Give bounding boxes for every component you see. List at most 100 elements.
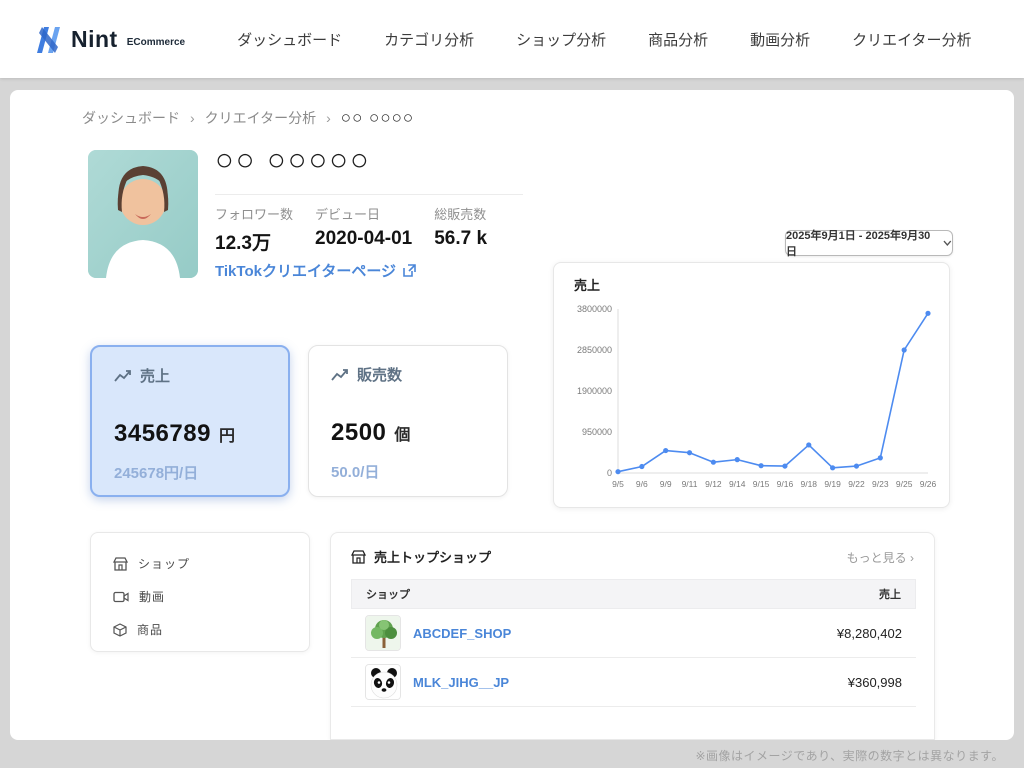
tiktok-creator-page-link[interactable]: TikTokクリエイターページ [215,260,417,281]
brand-name: Nint [71,26,118,52]
breadcrumb-dashboard[interactable]: ダッシュボード [82,108,180,128]
svg-text:9/16: 9/16 [777,479,794,489]
svg-text:1900000: 1900000 [577,386,612,396]
content-card: ダッシュボード › クリエイター分析 › ○○ ○○○○ ○○ ○○○○○ フォ… [10,90,1014,740]
video-camera-icon [113,591,129,602]
creator-avatar [88,150,198,278]
svg-text:9/11: 9/11 [682,479,698,489]
sales-chart-card: 売上 0 950000 1900000 2850000 3800000 9/5 9/6 9/9… [553,262,950,508]
svg-text:9/25: 9/25 [896,479,913,489]
top-navigation: Nint ECommerce ダッシュボード カテゴリ分析 ショップ分析 商品分… [0,0,1024,78]
entity-menu-card: ショップ 動画 商品 [90,532,310,652]
nav-item-category-analysis[interactable]: カテゴリ分析 [384,29,474,50]
nav-item-creator-analysis[interactable]: クリエイター分析 [852,29,971,50]
metric-units-label: 販売数 [357,367,403,384]
svg-text:9/19: 9/19 [824,479,841,489]
svg-text:9/22: 9/22 [848,479,865,489]
profile-divider [215,194,523,195]
breadcrumb: ダッシュボード › クリエイター分析 › ○○ ○○○○ [82,108,414,128]
nint-logo-icon [37,27,60,53]
top-shops-table: ショップ 売上 ABCDEF_SHOP ¥8,280,402 MLK_JIHG_… [351,579,916,707]
stat-followers-value: 12.3万 [215,233,271,254]
main-nav: ダッシュボード カテゴリ分析 ショップ分析 商品分析 動画分析 クリエイター分析 [237,29,971,50]
see-more-link[interactable]: もっと見る › [847,549,914,566]
menu-item-product[interactable]: 商品 [91,613,309,646]
svg-text:9/6: 9/6 [636,479,648,489]
menu-item-product-label: 商品 [137,623,164,637]
table-row: ABCDEF_SHOP ¥8,280,402 [351,609,916,658]
metric-sales-label: 売上 [140,368,171,385]
top-shops-title: 売上トップショップ [374,550,492,565]
creator-stats: フォロワー数 12.3万 デビュー日 2020-04-01 総販売数 56.7 … [215,204,487,255]
svg-text:2850000: 2850000 [577,345,612,355]
external-link-icon [403,264,416,277]
metric-sales-per-day: 245678円/日 [114,465,199,482]
table-row: MLK_JIHG__JP ¥360,998 [351,658,916,707]
top-shops-header: 売上トップショップ [351,547,491,566]
stat-total-sales-value: 56.7 k [434,228,488,249]
nav-item-shop-analysis[interactable]: ショップ分析 [516,29,606,50]
package-box-icon [113,622,127,637]
date-range-value: 2025年9月1日 - 2025年9月30日 [786,230,931,258]
shop-link[interactable]: ABCDEF_SHOP [413,626,511,641]
sales-chart: 0 950000 1900000 2850000 3800000 9/5 9/6 9/9 9/1… [577,304,937,489]
breadcrumb-separator: › [326,110,331,126]
nav-item-product-analysis[interactable]: 商品分析 [648,29,708,50]
column-shop: ショップ [366,589,410,601]
trend-up-icon [114,369,131,382]
stat-total-sales-label: 総販売数 [434,207,487,222]
svg-text:950000: 950000 [582,427,612,437]
metric-sales-value: 3456789 [114,420,211,447]
menu-item-video-label: 動画 [139,590,166,604]
column-sales: 売上 [879,589,901,601]
menu-item-shop[interactable]: ショップ [91,547,309,580]
tiktok-link-label: TikTokクリエイターページ [215,263,397,280]
nav-item-video-analysis[interactable]: 動画分析 [750,29,810,50]
svg-text:9/5: 9/5 [612,479,624,489]
metric-units-unit: 個 [394,427,411,444]
svg-text:9/26: 9/26 [920,479,937,489]
storefront-icon [351,549,366,564]
stat-debut-date: デビュー日 2020-04-01 [315,204,412,255]
stat-debut-label: デビュー日 [315,207,381,222]
storefront-icon [113,556,128,571]
stat-followers: フォロワー数 12.3万 [215,204,293,255]
table-header-row: ショップ 売上 [351,579,916,609]
metric-card-sales[interactable]: 売上 3456789 円 245678円/日 [90,345,290,497]
stat-debut-value: 2020-04-01 [315,228,413,249]
svg-text:9/12: 9/12 [705,479,722,489]
stat-total-sales-count: 総販売数 56.7 k [434,204,487,255]
shop-avatar-tree [365,615,401,651]
date-range-selector[interactable]: 2025年9月1日 - 2025年9月30日 [785,230,953,258]
metric-sales-unit: 円 [218,428,235,445]
creator-name: ○○ ○○○○○ [215,142,371,177]
stat-followers-label: フォロワー数 [215,207,294,222]
shop-sales-value: ¥8,280,402 [836,625,902,641]
svg-text:9/14: 9/14 [729,479,746,489]
metric-units-value: 2500 [331,419,387,446]
breadcrumb-separator: › [190,110,195,126]
svg-text:3800000: 3800000 [577,304,612,314]
trend-up-icon [331,368,348,381]
nav-item-dashboard[interactable]: ダッシュボード [237,29,342,50]
breadcrumb-current-creator: ○○ ○○○○ [340,108,415,127]
menu-item-video[interactable]: 動画 [91,580,309,613]
chart-title: 売上 [574,278,601,293]
svg-text:9/23: 9/23 [872,479,889,489]
svg-text:9/9: 9/9 [660,479,672,489]
svg-text:9/18: 9/18 [800,479,817,489]
menu-item-shop-label: ショップ [138,557,191,571]
page-background: ダッシュボード › クリエイター分析 › ○○ ○○○○ ○○ ○○○○○ フォ… [0,78,1024,768]
chevron-down-icon [943,240,952,246]
svg-text:0: 0 [607,468,612,478]
app-frame: Nint ECommerce ダッシュボード カテゴリ分析 ショップ分析 商品分… [0,0,1024,768]
brand-subtitle: ECommerce [126,37,186,48]
metric-units-per-day: 50.0/日 [331,464,380,481]
breadcrumb-creator-analysis[interactable]: クリエイター分析 [205,108,316,128]
svg-text:9/15: 9/15 [753,479,770,489]
shop-avatar-panda [365,664,401,700]
brand-logo[interactable]: Nint ECommerce [34,25,185,53]
metric-card-units-sold[interactable]: 販売数 2500 個 50.0/日 [308,345,508,497]
shop-link[interactable]: MLK_JIHG__JP [413,675,509,690]
top-shops-card: 売上トップショップ もっと見る › ショップ 売上 ABCDEF_SHOP ¥8… [330,532,935,740]
